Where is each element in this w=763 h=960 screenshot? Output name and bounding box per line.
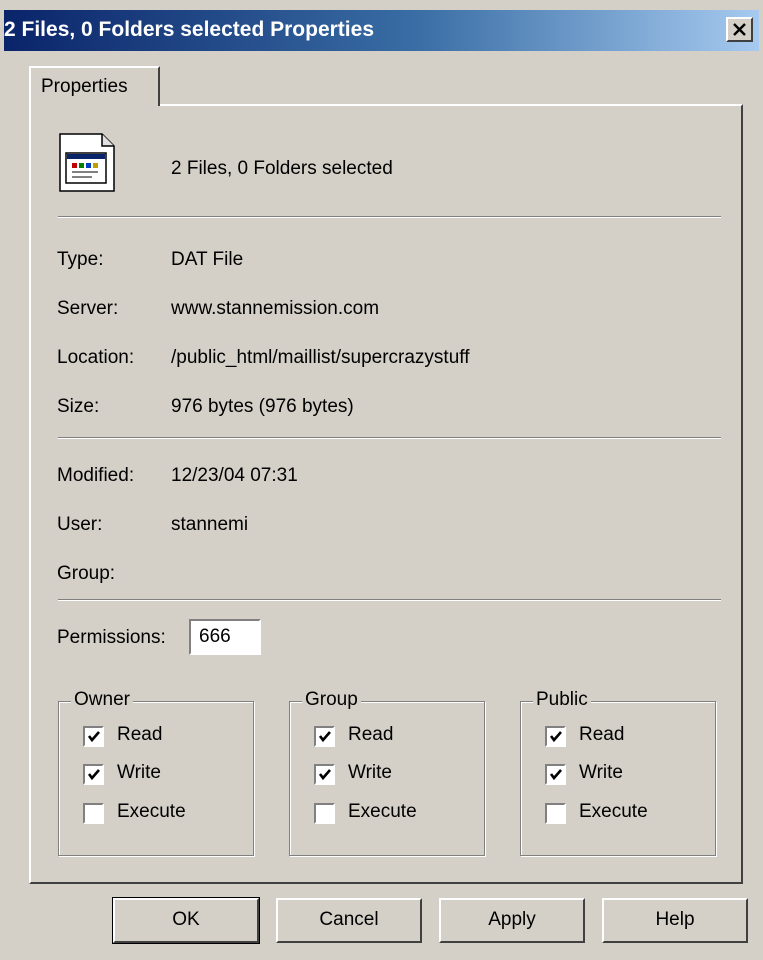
ok-button[interactable]: OK	[112, 897, 260, 944]
owner-read-label: Read	[117, 724, 163, 745]
group-write-label: Write	[348, 762, 392, 783]
owner-group: Owner Read Write Execute	[58, 689, 254, 856]
user-value: stannemi	[171, 514, 249, 535]
checkmark-icon	[87, 769, 100, 781]
permissions-input[interactable]: 666	[189, 619, 261, 655]
group-permissions-legend: Group	[302, 689, 361, 711]
location-value: /public_html/maillist/supercrazystuff	[171, 347, 470, 368]
checkbox-box[interactable]	[314, 803, 335, 824]
separator	[58, 216, 721, 218]
checkmark-icon	[87, 731, 100, 743]
properties-dialog: 2 Files, 0 Folders selected Properties P…	[0, 0, 763, 960]
title-bar[interactable]: 2 Files, 0 Folders selected Properties	[4, 10, 759, 51]
checkmark-icon	[549, 731, 562, 743]
apply-button-label: Apply	[488, 909, 536, 930]
cancel-button[interactable]: Cancel	[276, 898, 422, 943]
server-label: Server:	[57, 298, 119, 319]
size-value: 976 bytes (976 bytes)	[171, 396, 354, 417]
public-write-label: Write	[579, 762, 623, 783]
checkbox-box[interactable]	[83, 764, 104, 785]
public-group: Public Read Write Execute	[520, 689, 716, 856]
owner-write-label: Write	[117, 762, 161, 783]
checkbox-box[interactable]	[545, 726, 566, 747]
type-value: DAT File	[171, 249, 244, 270]
group-permissions-group: Group Read Write Execute	[289, 689, 485, 856]
tab-properties[interactable]: Properties	[29, 66, 160, 106]
checkbox-box[interactable]	[545, 764, 566, 785]
checkbox-box[interactable]	[545, 803, 566, 824]
separator	[58, 437, 721, 439]
server-value: www.stannemission.com	[171, 298, 380, 319]
public-group-legend: Public	[533, 689, 591, 711]
checkbox-box[interactable]	[83, 726, 104, 747]
close-button[interactable]	[726, 17, 753, 42]
document-icon	[59, 133, 115, 192]
checkbox-box[interactable]	[314, 764, 335, 785]
location-label: Location:	[57, 347, 135, 368]
type-label: Type:	[57, 249, 104, 270]
group-execute-label: Execute	[348, 801, 417, 822]
public-execute-label: Execute	[579, 801, 648, 822]
public-read-label: Read	[579, 724, 625, 745]
checkmark-icon	[318, 731, 331, 743]
checkbox-box[interactable]	[314, 726, 335, 747]
close-icon	[733, 23, 746, 36]
permissions-label: Permissions:	[57, 627, 166, 648]
group-read-label: Read	[348, 724, 394, 745]
modified-label: Modified:	[57, 465, 135, 486]
checkbox-box[interactable]	[83, 803, 104, 824]
group-label: Group:	[57, 563, 116, 584]
size-label: Size:	[57, 396, 100, 417]
modified-value: 12/23/04 07:31	[171, 465, 298, 486]
separator	[58, 599, 721, 601]
apply-button[interactable]: Apply	[439, 898, 585, 943]
selection-summary: 2 Files, 0 Folders selected	[171, 158, 393, 179]
tab-properties-label: Properties	[41, 76, 128, 97]
owner-group-legend: Owner	[71, 689, 133, 711]
help-button[interactable]: Help	[602, 898, 748, 943]
window-title: 2 Files, 0 Folders selected Properties	[4, 18, 374, 41]
checkmark-icon	[549, 769, 562, 781]
checkmark-icon	[318, 769, 331, 781]
owner-execute-label: Execute	[117, 801, 186, 822]
user-label: User:	[57, 514, 103, 535]
